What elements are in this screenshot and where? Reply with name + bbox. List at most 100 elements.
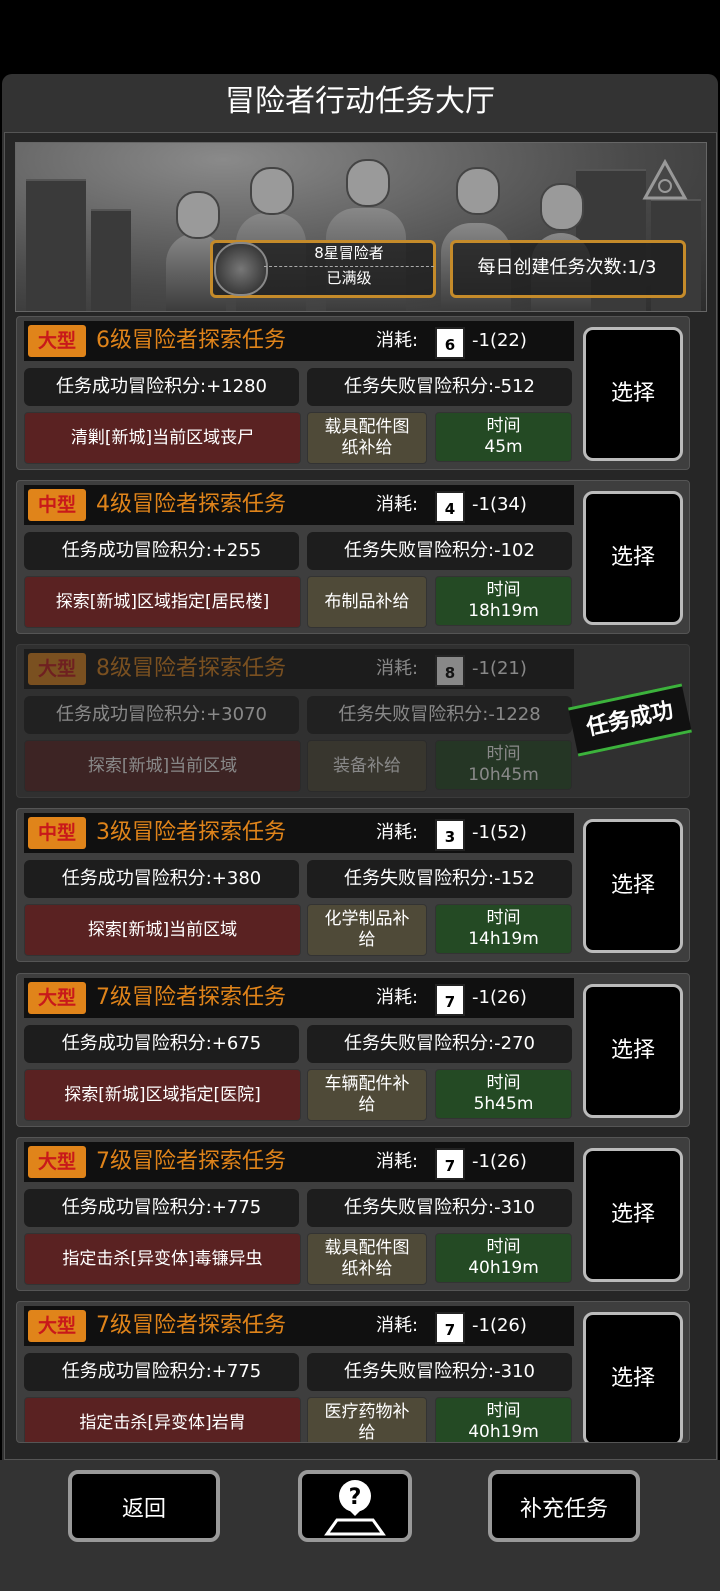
reward-type: 医疗药物补给 xyxy=(307,1397,427,1442)
task-card[interactable]: 大型 7级冒险者探索任务 消耗: 7 -1(26) 任务成功冒险积分:+775 任务失败冒险… xyxy=(16,1137,690,1291)
reward-label: 车辆配件补给 xyxy=(324,1074,410,1115)
success-points: 任务成功冒险积分:+3070 xyxy=(24,696,299,734)
cost-value: -1(34) xyxy=(472,494,527,515)
reward-type: 载具配件图纸补给 xyxy=(307,412,427,464)
fail-points: 任务失败冒险积分:-310 xyxy=(307,1189,572,1227)
task-header: 大型 6级冒险者探索任务 消耗: 6 -1(22) xyxy=(24,321,574,361)
rank-status: 已满级 xyxy=(264,266,434,289)
fail-points: 任务失败冒险积分:-102 xyxy=(307,532,572,570)
cost-label: 消耗: xyxy=(376,1315,419,1336)
rank-label: 8星冒险者 xyxy=(314,244,384,262)
task-size-badge: 大型 xyxy=(28,325,86,357)
task-card[interactable]: 中型 3级冒险者探索任务 消耗: 3 -1(52) 任务成功冒险积分:+380 任务失败冒险… xyxy=(16,808,690,962)
task-name: 7级冒险者探索任务 xyxy=(96,985,286,1010)
cost-label: 消耗: xyxy=(376,987,419,1008)
reward-label: 载具配件图纸补给 xyxy=(324,417,410,458)
cost-label: 消耗: xyxy=(376,1151,419,1172)
task-header: 大型 7级冒险者探索任务 消耗: 7 -1(26) xyxy=(24,1142,574,1182)
reward-type: 化学制品补给 xyxy=(307,904,427,956)
task-header: 中型 3级冒险者探索任务 消耗: 3 -1(52) xyxy=(24,813,574,853)
fail-points: 任务失败冒险积分:-152 xyxy=(307,860,572,898)
level-card-icon: 3 xyxy=(435,819,465,851)
level-card-icon: 7 xyxy=(435,1148,465,1180)
mission-objective: 探索[新城]区域指定[医院] xyxy=(24,1069,301,1121)
task-size-badge: 中型 xyxy=(28,489,86,521)
cost-label: 消耗: xyxy=(376,658,419,679)
refill-tasks-button[interactable]: 补充任务 xyxy=(488,1470,640,1542)
task-name: 6级冒险者探索任务 xyxy=(96,328,286,353)
success-points: 任务成功冒险积分:+255 xyxy=(24,532,299,570)
fail-points: 任务失败冒险积分:-512 xyxy=(307,368,572,406)
time-box: 时间 18h19m xyxy=(435,576,572,626)
back-button[interactable]: 返回 xyxy=(68,1470,220,1542)
cost-value: -1(21) xyxy=(472,658,527,679)
mission-objective: 探索[新城]当前区域 xyxy=(24,904,301,956)
svg-text:?: ? xyxy=(349,1485,362,1510)
reward-label: 化学制品补给 xyxy=(324,909,410,950)
mission-objective: 清剿[新城]当前区域丧尸 xyxy=(24,412,301,464)
task-header: 大型 8级冒险者探索任务 消耗: 8 -1(21) xyxy=(24,649,574,689)
fail-points: 任务失败冒险积分:-310 xyxy=(307,1353,572,1391)
rank-avatar-icon xyxy=(214,242,268,296)
time-value: 45m xyxy=(484,437,523,457)
task-size-badge: 大型 xyxy=(28,1146,86,1178)
task-header: 大型 7级冒险者探索任务 消耗: 7 -1(26) xyxy=(24,978,574,1018)
task-size-badge: 大型 xyxy=(28,982,86,1014)
cost-label: 消耗: xyxy=(376,330,419,351)
reward-label: 布制品补给 xyxy=(324,591,410,612)
success-points: 任务成功冒险积分:+380 xyxy=(24,860,299,898)
reward-type: 装备补给 xyxy=(307,740,427,792)
cost-label: 消耗: xyxy=(376,494,419,515)
time-box: 时间 40h19m xyxy=(435,1233,572,1283)
success-points: 任务成功冒险积分:+1280 xyxy=(24,368,299,406)
task-name: 4级冒险者探索任务 xyxy=(96,492,286,517)
time-box: 时间 10h45m xyxy=(435,740,572,790)
select-button[interactable]: 选择 xyxy=(583,327,683,461)
task-name: 7级冒险者探索任务 xyxy=(96,1149,286,1174)
time-value: 10h45m xyxy=(468,765,539,785)
faction-emblem-icon xyxy=(642,158,688,200)
task-name: 3级冒险者探索任务 xyxy=(96,820,286,845)
cost-value: -1(52) xyxy=(472,822,527,843)
time-label: 时间 xyxy=(486,1401,521,1421)
select-button[interactable]: 选择 xyxy=(583,491,683,625)
time-box: 时间 45m xyxy=(435,412,572,462)
task-card[interactable]: 中型 4级冒险者探索任务 消耗: 4 -1(34) 任务成功冒险积分:+255 任务失败冒险… xyxy=(16,480,690,634)
mission-objective: 探索[新城]当前区域 xyxy=(24,740,301,792)
fail-points: 任务失败冒险积分:-270 xyxy=(307,1025,572,1063)
select-button[interactable]: 选择 xyxy=(583,819,683,953)
mission-objective: 指定击杀[异变体]毒镰异虫 xyxy=(24,1233,301,1285)
reward-type: 载具配件图纸补给 xyxy=(307,1233,427,1285)
reward-label: 载具配件图纸补给 xyxy=(324,1238,410,1279)
success-points: 任务成功冒险积分:+675 xyxy=(24,1025,299,1063)
time-label: 时间 xyxy=(486,416,521,436)
select-button[interactable]: 选择 xyxy=(583,1148,683,1282)
cost-value: -1(22) xyxy=(472,330,527,351)
time-value: 5h45m xyxy=(473,1094,534,1114)
time-value: 18h19m xyxy=(468,601,539,621)
time-value: 40h19m xyxy=(468,1422,539,1442)
cost-value: -1(26) xyxy=(472,1315,527,1336)
task-header: 大型 7级冒险者探索任务 消耗: 7 -1(26) xyxy=(24,1306,574,1346)
time-label: 时间 xyxy=(486,1237,521,1257)
time-label: 时间 xyxy=(486,1073,521,1093)
task-size-badge: 中型 xyxy=(28,817,86,849)
task-name: 8级冒险者探索任务 xyxy=(96,656,286,681)
task-name: 7级冒险者探索任务 xyxy=(96,1313,286,1338)
cost-label: 消耗: xyxy=(376,822,419,843)
time-label: 时间 xyxy=(486,580,521,600)
select-button[interactable]: 选择 xyxy=(583,1312,683,1442)
level-card-icon: 8 xyxy=(435,655,465,687)
time-label: 时间 xyxy=(486,744,521,764)
level-card-icon: 6 xyxy=(435,327,465,359)
select-button[interactable]: 选择 xyxy=(583,984,683,1118)
task-card[interactable]: 大型 7级冒险者探索任务 消耗: 7 -1(26) 任务成功冒险积分:+675 任务失败冒险… xyxy=(16,973,690,1127)
help-map-icon: ? xyxy=(324,1480,386,1536)
task-card[interactable]: 大型 6级冒险者探索任务 消耗: 6 -1(22) 任务成功冒险积分:+1280 任务失败冒… xyxy=(16,316,690,470)
reward-type: 车辆配件补给 xyxy=(307,1069,427,1121)
help-button[interactable]: ? xyxy=(298,1470,412,1542)
level-card-icon: 7 xyxy=(435,1312,465,1344)
task-card[interactable]: 大型 7级冒险者探索任务 消耗: 7 -1(26) 任务成功冒险积分:+775 任务失败冒险… xyxy=(16,1301,690,1443)
time-value: 14h19m xyxy=(468,929,539,949)
time-label: 时间 xyxy=(486,908,521,928)
